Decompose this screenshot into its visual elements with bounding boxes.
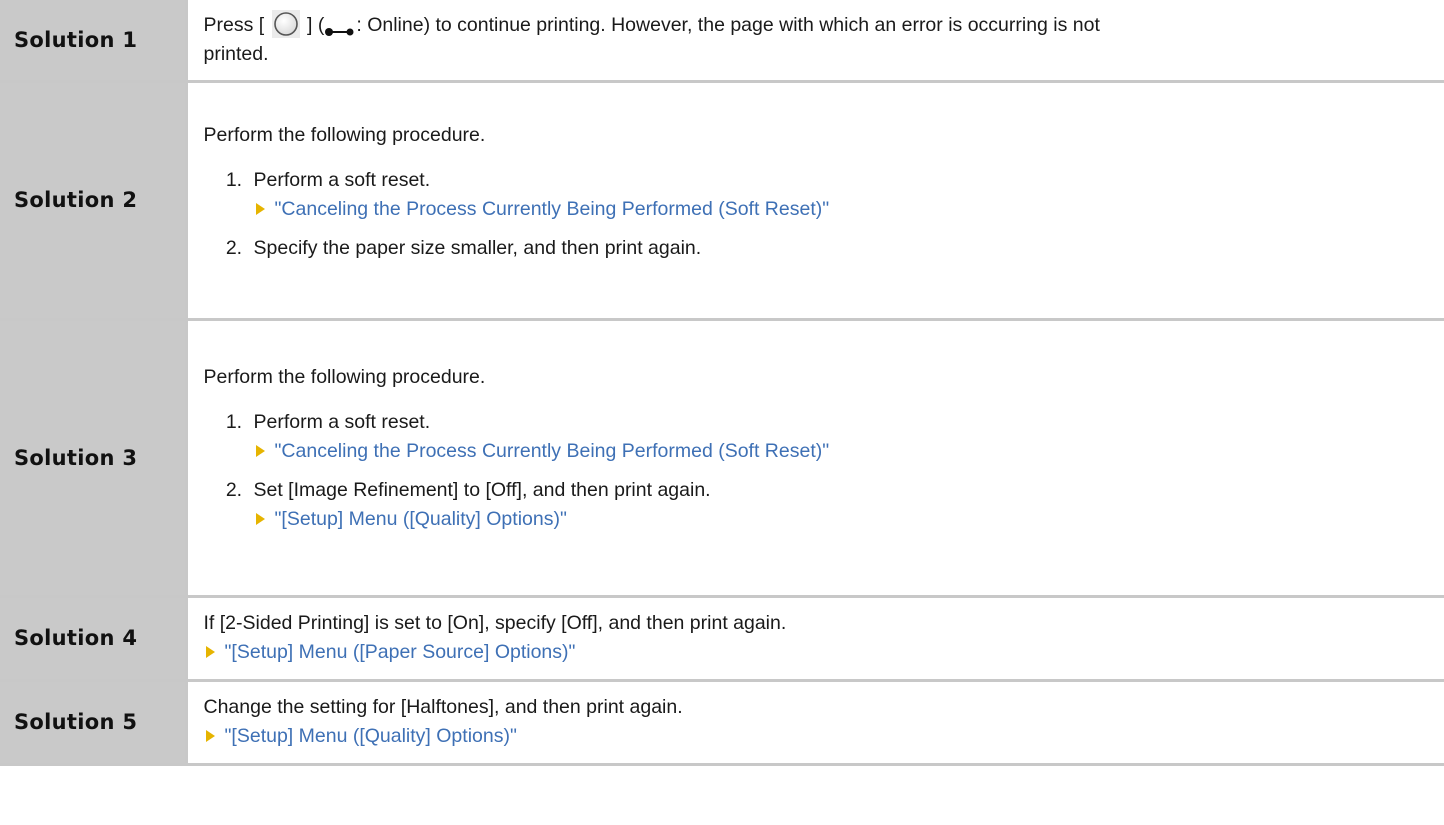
solutions-table: Solution 1 Press [] (: Online) to cont… bbox=[0, 0, 1444, 766]
solution-row-2: Solution 2 Perform the following procedu… bbox=[0, 81, 1444, 321]
solution-content: If [2-Sided Printing] is set to [On], sp… bbox=[186, 596, 1444, 682]
paper-source-options-link[interactable]: "[Setup] Menu ([Paper Source] Options)" bbox=[225, 638, 576, 667]
soft-reset-link[interactable]: "Canceling the Process Currently Being P… bbox=[275, 195, 830, 224]
solution-label: Solution 2 bbox=[14, 188, 138, 212]
solution-text-line: printed. bbox=[203, 42, 269, 65]
quality-options-link[interactable]: "[Setup] Menu ([Quality] Options)" bbox=[225, 722, 517, 751]
soft-reset-link[interactable]: "Canceling the Process Currently Being P… bbox=[275, 437, 830, 466]
solution-content: Change the setting for [Halftones], and … bbox=[186, 680, 1444, 766]
solution-text: If [2-Sided Printing] is set to [On], sp… bbox=[203, 612, 787, 634]
solution-row-5: Solution 5 Change the setting for [Halft… bbox=[0, 680, 1444, 766]
solution-text: Press [ bbox=[203, 13, 265, 36]
arrow-bullet-icon bbox=[205, 645, 215, 658]
solution-label-cell: Solution 5 bbox=[0, 680, 188, 766]
solution-content: Press [ ] (: Online) to continue printin… bbox=[186, 0, 1444, 83]
solution-row-1: Solution 1 Press [] (: Online) to cont… bbox=[0, 0, 1444, 83]
procedure-step: Perform a soft reset. "Canceling the Pro… bbox=[248, 166, 1423, 224]
solution-label-cell: Solution 3 bbox=[0, 319, 188, 598]
procedure-step: Set [Image Refinement] to [Off], and the… bbox=[248, 476, 1423, 534]
arrow-bullet-icon bbox=[205, 729, 215, 742]
solution-content: Perform the following procedure. Perform… bbox=[186, 319, 1444, 598]
procedure-step: Perform a soft reset. "Canceling the Pro… bbox=[248, 408, 1423, 466]
solution-row-3: Solution 3 Perform the following procedu… bbox=[0, 319, 1444, 598]
solution-label: Solution 5 bbox=[14, 710, 138, 734]
solution-row-4: Solution 4 If [2-Sided Printing] is set … bbox=[0, 596, 1444, 682]
step-text: Perform a soft reset. bbox=[253, 169, 431, 191]
quality-options-link[interactable]: "[Setup] Menu ([Quality] Options)" bbox=[275, 505, 567, 534]
link-line: "Canceling the Process Currently Being P… bbox=[255, 437, 1423, 466]
solution-content: Perform the following procedure. Perform… bbox=[186, 81, 1444, 321]
link-line: "Canceling the Process Currently Being P… bbox=[255, 195, 1423, 224]
procedure-step: Specify the paper size smaller, and then… bbox=[248, 234, 1423, 263]
arrow-bullet-icon bbox=[255, 512, 265, 525]
arrow-bullet-icon bbox=[255, 202, 265, 215]
procedure-steps: Perform a soft reset. "Canceling the Pro… bbox=[204, 166, 1423, 263]
procedure-intro: Perform the following procedure. bbox=[203, 124, 486, 146]
link-line: "[Setup] Menu ([Quality] Options)" bbox=[255, 505, 1423, 534]
link-line: "[Setup] Menu ([Quality] Options)" bbox=[205, 722, 1423, 751]
solution-label: Solution 4 bbox=[14, 626, 138, 650]
procedure-intro: Perform the following procedure. bbox=[203, 366, 486, 388]
procedure-steps: Perform a soft reset. "Canceling the Pro… bbox=[204, 408, 1423, 534]
stop-button-icon bbox=[271, 9, 300, 38]
solution-text: ] ( bbox=[307, 13, 325, 36]
solution-label-cell: Solution 1 bbox=[0, 0, 188, 83]
solution-label-cell: Solution 2 bbox=[0, 81, 188, 321]
step-text: Perform a soft reset. bbox=[253, 411, 431, 433]
solution-label-cell: Solution 4 bbox=[0, 596, 188, 682]
solution-label: Solution 1 bbox=[14, 27, 138, 52]
solution-text: : Online) to continue printing. However,… bbox=[356, 13, 1100, 36]
solution-label: Solution 3 bbox=[14, 445, 138, 470]
online-indicator-icon bbox=[324, 18, 354, 37]
solution-text-line: Press [ ] (: Online) to continue printin… bbox=[203, 9, 1423, 40]
solution-text: Change the setting for [Halftones], and … bbox=[203, 696, 683, 718]
step-text: Specify the paper size smaller, and then… bbox=[253, 237, 702, 259]
link-line: "[Setup] Menu ([Paper Source] Options)" bbox=[205, 638, 1423, 667]
arrow-bullet-icon bbox=[255, 444, 265, 457]
step-text: Set [Image Refinement] to [Off], and the… bbox=[253, 479, 711, 501]
